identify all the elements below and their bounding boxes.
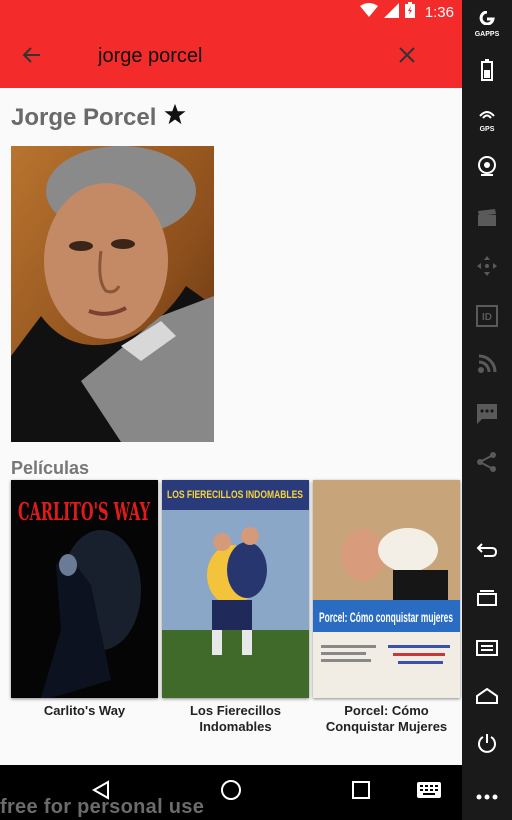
wifi-icon [359, 2, 378, 22]
watermark-text: free for personal use [0, 796, 205, 818]
more-icon [476, 787, 498, 805]
id-icon: ID [476, 304, 498, 332]
emu-menu-button[interactable] [474, 636, 500, 664]
back-icon [476, 542, 498, 563]
movie-poster: CARLITO'S WAY [11, 480, 158, 698]
home-icon [476, 687, 498, 709]
movie-title: Los Fierecillos Indomables [189, 703, 282, 734]
nav-home-button[interactable] [216, 777, 246, 807]
power-button[interactable] [474, 732, 500, 760]
battery-icon [481, 58, 493, 86]
rss-icon [477, 354, 497, 379]
person-photo [11, 146, 214, 442]
sms-button[interactable] [474, 402, 500, 430]
movies-section-title: Películas [11, 458, 90, 478]
gapps-icon [479, 10, 495, 30]
poster-title: CARLITO'S WAY [18, 497, 151, 526]
phone-screen: 1:36 Jorge Porcel [0, 0, 462, 820]
keyboard-icon [417, 781, 441, 803]
movie-title: Porcel: Cómo Conquistar Mujeres [325, 703, 448, 734]
person-header: Jorge Porcel [11, 103, 186, 132]
movie-card[interactable]: LOS FIERECILLOS INDOMABLES Los Fierecill… [162, 480, 309, 735]
rss-button[interactable] [474, 352, 500, 380]
signal-icon [383, 2, 399, 22]
emu-home-button[interactable] [474, 684, 500, 712]
movie-card[interactable]: CARLITO'S WAY Carlito's Way [11, 480, 158, 719]
camera-button[interactable] [474, 154, 500, 182]
poster-title: Porcel: Cómo conquistar mujeres [319, 609, 453, 625]
gps-icon [479, 107, 495, 125]
movie-title: Carlito's Way [43, 703, 126, 718]
movie-card[interactable]: Porcel: Cómo conquistar mujeres Porcel: … [313, 480, 460, 735]
movie-poster: LOS FIERECILLOS INDOMABLES [162, 480, 309, 698]
arrow-back-icon [21, 45, 41, 70]
media-button[interactable] [474, 206, 500, 234]
search-app-bar [0, 24, 462, 88]
sms-icon [476, 403, 498, 430]
battery-charging-icon [404, 2, 415, 22]
status-bar: 1:36 [0, 0, 462, 24]
emu-recent-apps-button[interactable] [474, 586, 500, 614]
emu-back-button[interactable] [474, 538, 500, 566]
clapperboard-icon [477, 208, 497, 232]
status-time: 1:36 [424, 3, 454, 21]
nav-recents-button[interactable] [346, 777, 376, 807]
battery-button[interactable] [474, 58, 500, 86]
home-circle-icon [220, 779, 242, 806]
recents-square-icon [352, 780, 370, 804]
share-button[interactable] [474, 450, 500, 478]
person-detail: Jorge Porcel Películas CARLITO'S WAY Car… [0, 88, 462, 765]
power-icon [476, 733, 498, 760]
back-button[interactable] [16, 42, 46, 72]
nav-keyboard-button[interactable] [414, 777, 444, 807]
star-icon[interactable] [164, 103, 186, 132]
recent-apps-icon [476, 589, 498, 611]
emulator-side-toolbar: GAPPS GPS ID [462, 0, 512, 820]
menu-icon [476, 639, 498, 661]
movie-poster: Porcel: Cómo conquistar mujeres [313, 480, 460, 698]
gapps-button[interactable]: GAPPS [474, 10, 500, 38]
search-input[interactable] [98, 41, 378, 71]
share-icon [476, 451, 498, 478]
dpad-icon [476, 255, 498, 282]
clear-search-button[interactable] [392, 42, 422, 72]
gps-button[interactable]: GPS [474, 106, 500, 134]
more-button[interactable] [474, 782, 500, 810]
camera-icon [476, 155, 498, 182]
dpad-button[interactable] [474, 254, 500, 282]
svg-text:ID: ID [482, 312, 492, 323]
close-icon [399, 46, 415, 68]
id-button[interactable]: ID [474, 304, 500, 332]
poster-title: LOS FIERECILLOS INDOMABLES [167, 489, 303, 501]
person-name: Jorge Porcel [11, 103, 157, 131]
